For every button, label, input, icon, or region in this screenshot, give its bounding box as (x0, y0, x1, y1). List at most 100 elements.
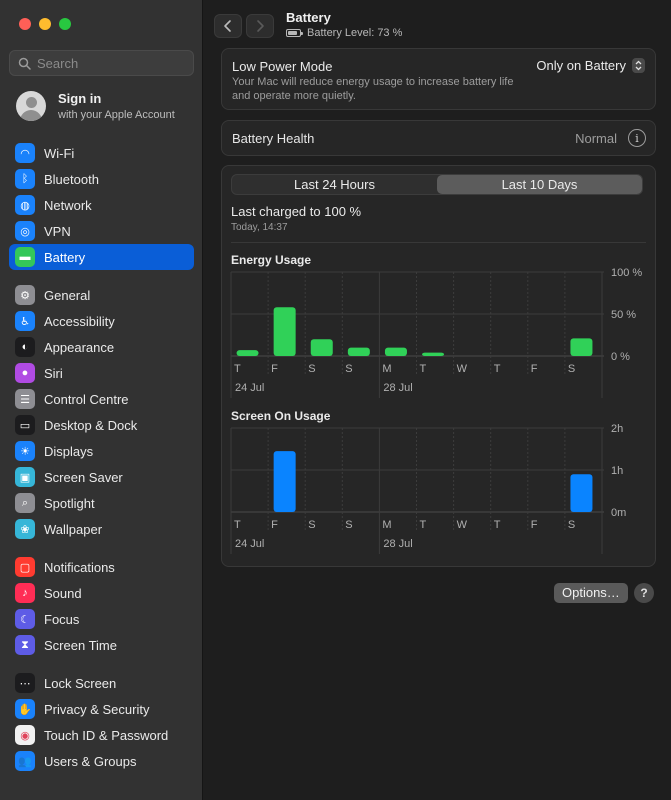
sidebar-item-label: Bluetooth (44, 171, 99, 187)
dock-icon: ▭ (15, 415, 35, 435)
sidebar: Sign in with your Apple Account ◠Wi-FiᛒB… (0, 0, 203, 800)
sidebar-item-label: Touch ID & Password (44, 727, 169, 743)
sidebar-item-desktop-dock[interactable]: ▭ Desktop & Dock (9, 412, 194, 438)
sidebar-item-appearance[interactable]: ◐ Appearance (9, 334, 194, 360)
sidebar-item-general[interactable]: ⚙ General (9, 282, 194, 308)
spotlight-icon: ⌕ (15, 493, 35, 513)
avatar (16, 91, 46, 121)
wallpaper-icon: ❀ (15, 519, 35, 539)
sidebar-item-wallpaper[interactable]: ❀ Wallpaper (9, 516, 194, 542)
bar[interactable] (347, 347, 370, 356)
sidebar-item-users-groups[interactable]: 👥 Users & Groups (9, 748, 194, 774)
options-button[interactable]: Options… (554, 583, 628, 603)
info-icon[interactable]: i (628, 129, 646, 147)
bar[interactable] (273, 451, 296, 512)
bar[interactable] (236, 350, 259, 356)
screen-on-usage-title: Screen On Usage (231, 409, 331, 423)
date-label: 28 Jul (383, 538, 412, 550)
bar[interactable] (273, 307, 296, 356)
sidebar-item-label: Privacy & Security (44, 701, 150, 717)
sidebar-item-label: Wi-Fi (44, 145, 75, 161)
bar[interactable] (422, 352, 445, 356)
minimize-button[interactable] (39, 18, 51, 30)
battery-level: Battery Level: 73 % (286, 27, 402, 39)
sidebar-item-wi-fi[interactable]: ◠ Wi-Fi (9, 140, 194, 166)
sidebar-item-spotlight[interactable]: ⌕ Spotlight (9, 490, 194, 516)
battery-health-label: Battery Health (232, 131, 315, 146)
sidebar-item-siri[interactable]: ● Siri (9, 360, 194, 386)
tick-label: T (234, 519, 241, 531)
sound-icon: ♪ (15, 583, 35, 603)
time-range-segmented-control: Last 24 Hours Last 10 Days (231, 174, 643, 195)
low-power-mode-card: Low Power Mode Your Mac will reduce ener… (221, 48, 656, 110)
date-label: 24 Jul (235, 382, 264, 394)
help-button[interactable]: ? (634, 583, 654, 603)
vpn-icon: ◎ (15, 221, 35, 241)
sidebar-item-focus[interactable]: ☾ Focus (9, 606, 194, 632)
y-tick-label: 50 % (611, 309, 636, 321)
y-tick-label: 100 % (611, 267, 642, 279)
tick-label: W (457, 519, 468, 531)
sidebar-item-displays[interactable]: ☀ Displays (9, 438, 194, 464)
users-icon: 👥 (15, 751, 35, 771)
y-tick-label: 1h (611, 465, 623, 477)
sidebar-item-screen-time[interactable]: ⧗ Screen Time (9, 632, 194, 658)
search-field[interactable] (9, 50, 194, 76)
tick-label: T (494, 363, 501, 375)
bar[interactable] (570, 338, 593, 356)
tab-last-24-hours[interactable]: Last 24 Hours (232, 175, 437, 194)
search-input[interactable] (37, 55, 187, 71)
focus-icon: ☾ (15, 609, 35, 629)
sidebar-item-bluetooth[interactable]: ᛒ Bluetooth (9, 166, 194, 192)
sidebar-item-screen-saver[interactable]: ▣ Screen Saver (9, 464, 194, 490)
sidebar-item-label: General (44, 287, 91, 303)
bar[interactable] (384, 347, 407, 356)
apple-account-signin[interactable]: Sign in with your Apple Account (16, 91, 175, 121)
sidebar-item-battery[interactable]: ▬ Battery (9, 244, 194, 270)
sidebar-item-accessibility[interactable]: ♿ Accessibility (9, 308, 194, 334)
gear-icon: ⚙ (15, 285, 35, 305)
sidebar-item-notifications[interactable]: ▢ Notifications (9, 554, 194, 580)
tick-label: S (345, 363, 352, 375)
fingerprint-icon: ◉ (15, 725, 35, 745)
sidebar-item-label: Siri (44, 365, 63, 381)
sidebar-item-touch-id-password[interactable]: ◉ Touch ID & Password (9, 722, 194, 748)
chevron-updown-icon (632, 58, 645, 73)
window-controls (19, 18, 71, 30)
sidebar-item-sound[interactable]: ♪ Sound (9, 580, 194, 606)
sidebar-item-label: Battery (44, 249, 86, 265)
sidebar-item-network[interactable]: ◍ Network (9, 192, 194, 218)
divider (231, 242, 646, 243)
zoom-button[interactable] (59, 18, 71, 30)
y-tick-label: 2h (611, 423, 623, 435)
tick-label: M (382, 363, 391, 375)
tab-last-10-days[interactable]: Last 10 Days (437, 175, 642, 194)
sidebar-item-privacy-security[interactable]: ✋ Privacy & Security (9, 696, 194, 722)
sidebar-item-vpn[interactable]: ◎ VPN (9, 218, 194, 244)
low-power-mode-description: Your Mac will reduce energy usage to inc… (232, 76, 514, 102)
forward-button[interactable] (246, 13, 274, 38)
sidebar-item-label: Focus (44, 611, 80, 627)
battery-level-icon (286, 29, 303, 37)
battery-level-text: Battery Level: 73 % (307, 27, 403, 39)
bar[interactable] (570, 474, 593, 512)
tick-label: T (234, 363, 241, 375)
search-icon (18, 57, 31, 70)
sidebar-item-label: Control Centre (44, 391, 129, 407)
y-tick-label: 0 % (611, 351, 630, 363)
sidebar-item-label: Sound (44, 585, 82, 601)
bar[interactable] (310, 339, 333, 356)
sidebar-item-label: Wallpaper (44, 521, 103, 537)
back-button[interactable] (214, 13, 242, 38)
close-button[interactable] (19, 18, 31, 30)
date-label: 24 Jul (235, 538, 264, 550)
low-power-mode-select[interactable]: Only on Battery (536, 58, 645, 73)
sidebar-item-label: VPN (44, 223, 71, 239)
battery-health-card: Battery Health Normal i (221, 120, 656, 156)
tick-label: S (568, 363, 575, 375)
sidebar-item-lock-screen[interactable]: ⋯ Lock Screen (9, 670, 194, 696)
sidebar-item-label: Displays (44, 443, 94, 459)
screen-on-usage-chart: T F S S M T W T F S 24 Jul 28 Jul 2h 1h 0m (230, 423, 626, 554)
sidebar-item-control-centre[interactable]: ☰ Control Centre (9, 386, 194, 412)
page-title: Battery (286, 10, 331, 25)
